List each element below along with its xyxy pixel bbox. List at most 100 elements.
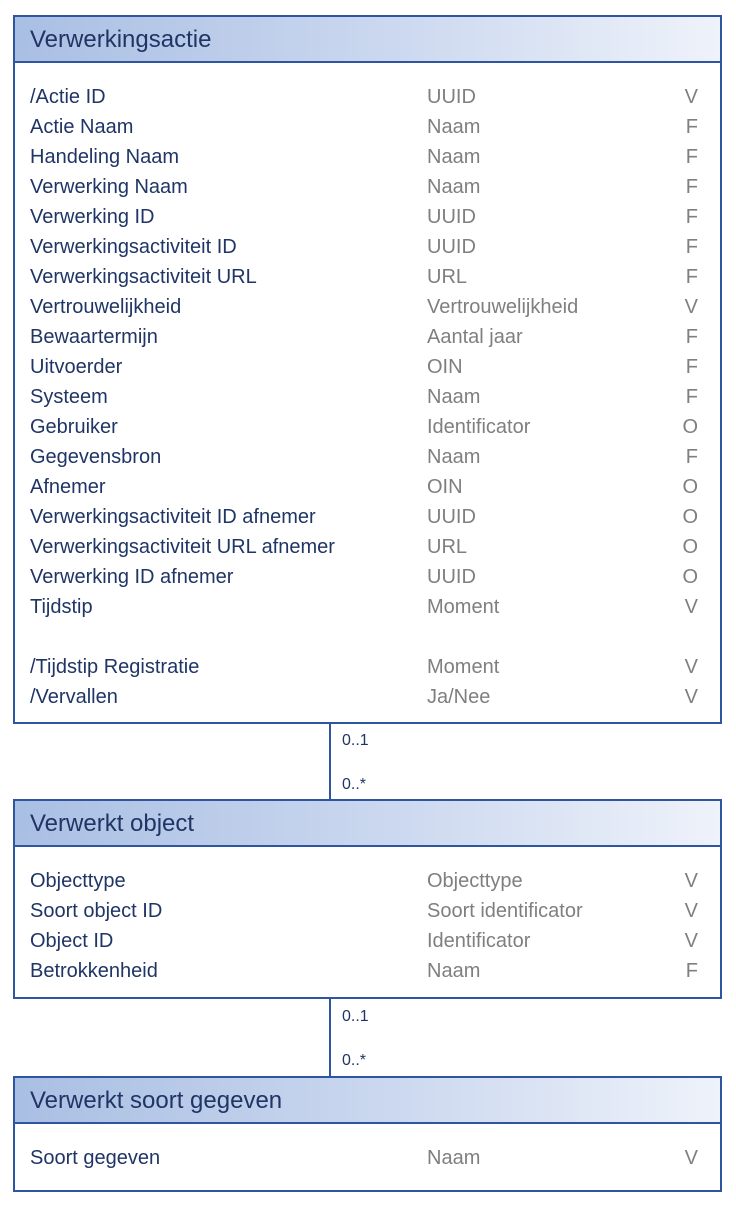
attribute-row: Verwerkingsactiviteit URL URL F [15, 262, 720, 292]
attribute-name: Bewaartermijn [30, 326, 158, 348]
attribute-row: Uitvoerder OIN F [15, 352, 720, 382]
attribute-flag: V [684, 296, 698, 318]
attribute-type: Naam [427, 116, 481, 138]
attribute-type: Naam [427, 1147, 481, 1169]
attribute-name: Soort gegeven [30, 1147, 161, 1169]
attribute-name: Tijdstip [30, 596, 93, 618]
attribute-row: Actie Naam Naam F [15, 112, 720, 142]
attribute-type: Identificator [427, 416, 531, 438]
attribute-flag: V [684, 86, 698, 108]
class-verwerkt-soort-gegeven: Verwerkt soort gegeven Soort gegeven Naam… [13, 1076, 722, 1192]
attribute-name: Gebruiker [30, 416, 118, 438]
attribute-row: Systeem Naam F [15, 382, 720, 412]
attribute-name: /Actie ID [30, 86, 106, 108]
association-line [329, 722, 331, 800]
attribute-type: Soort identificator [427, 900, 583, 922]
attribute-type: Objecttype [427, 870, 523, 892]
attribute-row: /Actie ID UUID V [15, 82, 720, 112]
attribute-row: Verwerking ID afnemer UUID O [15, 562, 720, 592]
class-verwerkt-object: Verwerkt object Objecttype Objecttype V Soo… [13, 799, 722, 999]
attribute-flag: F [685, 356, 698, 378]
attribute-name: Vertrouwelijkheid [30, 296, 182, 318]
attribute-type: Naam [427, 176, 481, 198]
attribute-row: Afnemer OIN O [15, 472, 720, 502]
attribute-list: Soort gegeven Naam V [15, 1124, 720, 1185]
attribute-row: Soort gegeven Naam V [15, 1143, 720, 1173]
multiplicity-upper: 0..1 [342, 732, 369, 749]
attribute-row: /Tijdstip Registratie Moment V [15, 652, 720, 682]
attribute-flag: V [684, 900, 698, 922]
attribute-row: Object ID Identificator V [15, 926, 720, 956]
attribute-type: Naam [427, 386, 481, 408]
attribute-type: Moment [427, 596, 500, 618]
attribute-name: Verwerkingsactiviteit ID afnemer [30, 506, 316, 528]
attribute-flag: O [682, 476, 698, 498]
attribute-name: Handeling Naam [30, 146, 179, 168]
attribute-flag: O [682, 506, 698, 528]
attribute-flag: V [684, 930, 698, 952]
attribute-flag: F [685, 386, 698, 408]
attribute-type: UUID [427, 236, 476, 258]
attribute-row: Verwerking Naam Naam F [15, 172, 720, 202]
attribute-type: URL [427, 266, 468, 288]
attribute-flag: F [685, 236, 698, 258]
attribute-flag: F [685, 446, 698, 468]
attribute-name: Verwerking Naam [30, 176, 188, 198]
attribute-type: UUID [427, 566, 476, 588]
attribute-name: Verwerkingsactiviteit URL [30, 266, 257, 288]
attribute-row: Gegevensbron Naam F [15, 442, 720, 472]
attribute-row: Verwerking ID UUID F [15, 202, 720, 232]
attribute-list: Objecttype Objecttype V Soort object ID Soor… [15, 847, 720, 998]
attribute-flag: F [685, 266, 698, 288]
attribute-flag: F [685, 960, 698, 982]
attribute-name: /Tijdstip Registratie [30, 656, 200, 678]
attribute-row: Vertrouwelijkheid Vertrouwelijkheid V [15, 292, 720, 322]
attribute-type: OIN [427, 476, 463, 498]
attribute-list: /Actie ID UUID V Actie Naam Naam F Handeling N… [15, 63, 720, 724]
attribute-row: Soort object ID Soort identificator V [15, 896, 720, 926]
attribute-name: Gegevensbron [30, 446, 162, 468]
attribute-row: Betrokkenheid Naam F [15, 956, 720, 986]
attribute-name: /Vervallen [30, 686, 118, 708]
attribute-row: Verwerkingsactiviteit URL afnemer URL O [15, 532, 720, 562]
attribute-name: Objecttype [30, 870, 126, 892]
multiplicity-upper: 0..1 [342, 1008, 369, 1025]
attribute-name: Verwerkingsactiviteit ID [30, 236, 237, 258]
attribute-type: UUID [427, 86, 476, 108]
multiplicity-lower: 0..* [342, 776, 367, 793]
attribute-type: Naam [427, 146, 481, 168]
attribute-flag: V [684, 656, 698, 678]
multiplicity-lower: 0..* [342, 1052, 367, 1069]
attribute-name: Afnemer [30, 476, 106, 498]
attribute-type: Naam [427, 960, 481, 982]
attribute-row: Handeling Naam Naam F [15, 142, 720, 172]
attribute-row: Verwerkingsactiviteit ID UUID F [15, 232, 720, 262]
attribute-name: Verwerkingsactiviteit URL afnemer [30, 536, 335, 558]
attribute-flag: O [682, 416, 698, 438]
class-title: Verwerkt soort gegeven [15, 1078, 720, 1124]
attribute-type: Vertrouwelijkheid [427, 296, 579, 318]
attribute-flag: F [685, 206, 698, 228]
class-title: Verwerkt object [15, 801, 720, 847]
attribute-flag: O [682, 566, 698, 588]
attribute-type: Aantal jaar [427, 326, 523, 348]
attribute-flag: V [684, 686, 698, 708]
attribute-flag: F [685, 326, 698, 348]
class-title: Verwerkingsactie [15, 17, 720, 63]
attribute-type: Naam [427, 446, 481, 468]
attribute-type: Identificator [427, 930, 531, 952]
attribute-row: Gebruiker Identificator O [15, 412, 720, 442]
attribute-name: Soort object ID [30, 900, 163, 922]
class-verwerkingsactie: Verwerkingsactie /Actie ID UUID V Actie Naa… [13, 15, 722, 724]
attribute-flag: F [685, 116, 698, 138]
attribute-row: Tijdstip Moment V [15, 592, 720, 622]
attribute-row: Verwerkingsactiviteit ID afnemer UUID O [15, 502, 720, 532]
attribute-type: OIN [427, 356, 463, 378]
attribute-name: Object ID [30, 930, 114, 952]
attribute-row: /Vervallen Ja/Nee V [15, 682, 720, 712]
attribute-type: Moment [427, 656, 500, 678]
attribute-name: Systeem [30, 386, 108, 408]
attribute-flag: V [684, 596, 698, 618]
attribute-type: UUID [427, 206, 476, 228]
attribute-name: Actie Naam [30, 116, 134, 138]
